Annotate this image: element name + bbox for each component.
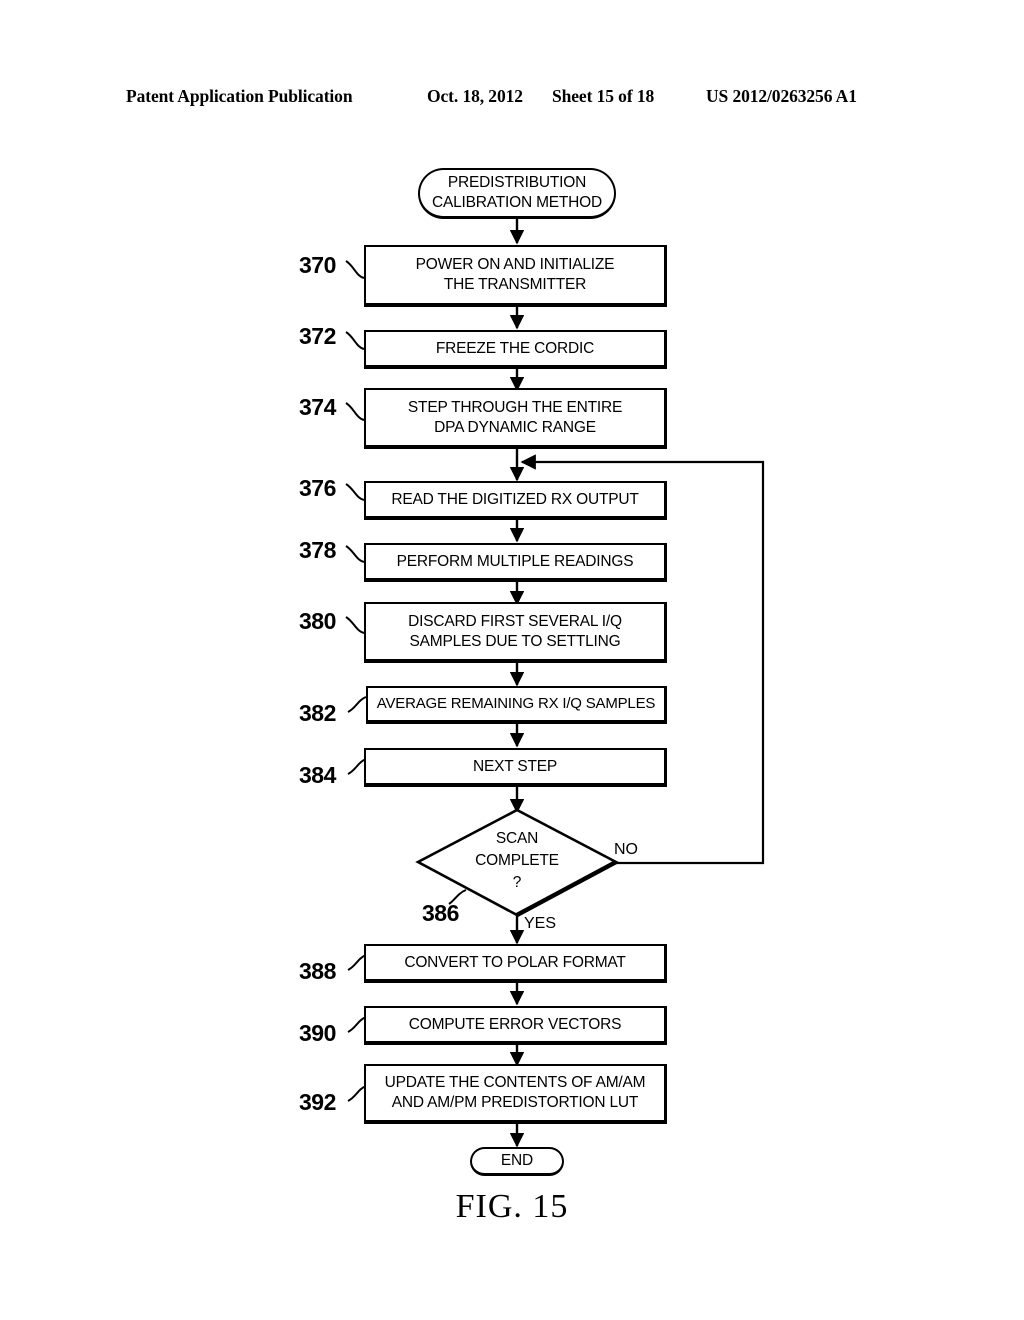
flow-step-382-line1: AVERAGE REMAINING RX I/Q SAMPLES xyxy=(376,695,656,712)
flow-step-382: AVERAGE REMAINING RX I/Q SAMPLES xyxy=(366,686,667,724)
patent-figure-page: Patent Application Publication Oct. 18, … xyxy=(0,0,1024,1320)
flow-step-384-line1: NEXT STEP xyxy=(472,757,558,775)
flow-step-392-line1: UPDATE THE CONTENTS OF AM/AM xyxy=(384,1074,646,1091)
ref-numeral-392: 392 xyxy=(299,1089,336,1115)
flow-step-374: STEP THROUGH THE ENTIRE DPA DYNAMIC RANG… xyxy=(364,388,667,449)
decision-386-label: SCAN COMPLETE ? xyxy=(417,828,617,894)
flow-step-378-line1: PERFORM MULTIPLE READINGS xyxy=(396,552,634,570)
branch-label-yes: YES xyxy=(524,915,557,932)
flow-step-380-line2: SAMPLES DUE TO SETTLING xyxy=(409,632,621,650)
flow-step-390: COMPUTE ERROR VECTORS xyxy=(364,1006,667,1045)
ref-numeral-388: 388 xyxy=(299,958,336,984)
flow-end-label: END xyxy=(500,1152,534,1169)
flow-step-370: POWER ON AND INITIALIZE THE TRANSMITTER xyxy=(364,245,667,307)
ref-numeral-390: 390 xyxy=(299,1020,336,1046)
decision-386-line1: SCAN xyxy=(495,830,539,847)
flow-step-378: PERFORM MULTIPLE READINGS xyxy=(364,543,667,582)
flow-step-390-line1: COMPUTE ERROR VECTORS xyxy=(408,1015,622,1033)
flow-step-384: NEXT STEP xyxy=(364,748,667,787)
flow-end-terminator: END xyxy=(470,1147,564,1176)
branch-label-no: NO xyxy=(614,841,638,858)
flow-step-376: READ THE DIGITIZED RX OUTPUT xyxy=(364,481,667,520)
flow-start-label-line1: PREDISTRIBUTION xyxy=(447,174,587,191)
flow-step-392: UPDATE THE CONTENTS OF AM/AM AND AM/PM P… xyxy=(364,1064,667,1124)
flow-step-380: DISCARD FIRST SEVERAL I/Q SAMPLES DUE TO… xyxy=(364,602,667,663)
ref-numeral-386: 386 xyxy=(422,900,459,926)
flow-step-370-line1: POWER ON AND INITIALIZE xyxy=(415,256,615,273)
flow-step-376-line1: READ THE DIGITIZED RX OUTPUT xyxy=(391,490,639,508)
flow-step-374-line1: STEP THROUGH THE ENTIRE xyxy=(407,398,623,416)
ref-numeral-376: 376 xyxy=(299,475,336,501)
decision-386-line3: ? xyxy=(512,874,522,891)
flow-start-label-line2: CALIBRATION METHOD xyxy=(431,194,603,211)
ref-numeral-372: 372 xyxy=(299,323,336,349)
flow-step-372: FREEZE THE CORDIC xyxy=(364,330,667,369)
figure-caption: FIG. 15 xyxy=(455,1188,569,1225)
flow-step-380-line1: DISCARD FIRST SEVERAL I/Q xyxy=(408,612,622,630)
ref-numeral-384: 384 xyxy=(299,762,336,788)
ref-numeral-382: 382 xyxy=(299,700,336,726)
flow-step-374-line2: DPA DYNAMIC RANGE xyxy=(434,418,596,436)
ref-numeral-370: 370 xyxy=(299,252,336,278)
flow-step-370-line2: THE TRANSMITTER xyxy=(443,276,587,293)
flow-step-388: CONVERT TO POLAR FORMAT xyxy=(364,944,667,983)
ref-numeral-380: 380 xyxy=(299,608,336,634)
decision-386-line2: COMPLETE xyxy=(475,852,559,869)
flow-step-388-line1: CONVERT TO POLAR FORMAT xyxy=(404,953,626,971)
flow-step-372-line1: FREEZE THE CORDIC xyxy=(435,339,595,357)
flow-step-392-line2: AND AM/PM PREDISTORTION LUT xyxy=(391,1094,639,1111)
flow-start-terminator: PREDISTRIBUTION CALIBRATION METHOD xyxy=(418,168,616,219)
ref-numeral-374: 374 xyxy=(299,394,336,420)
ref-numeral-378: 378 xyxy=(299,537,336,563)
